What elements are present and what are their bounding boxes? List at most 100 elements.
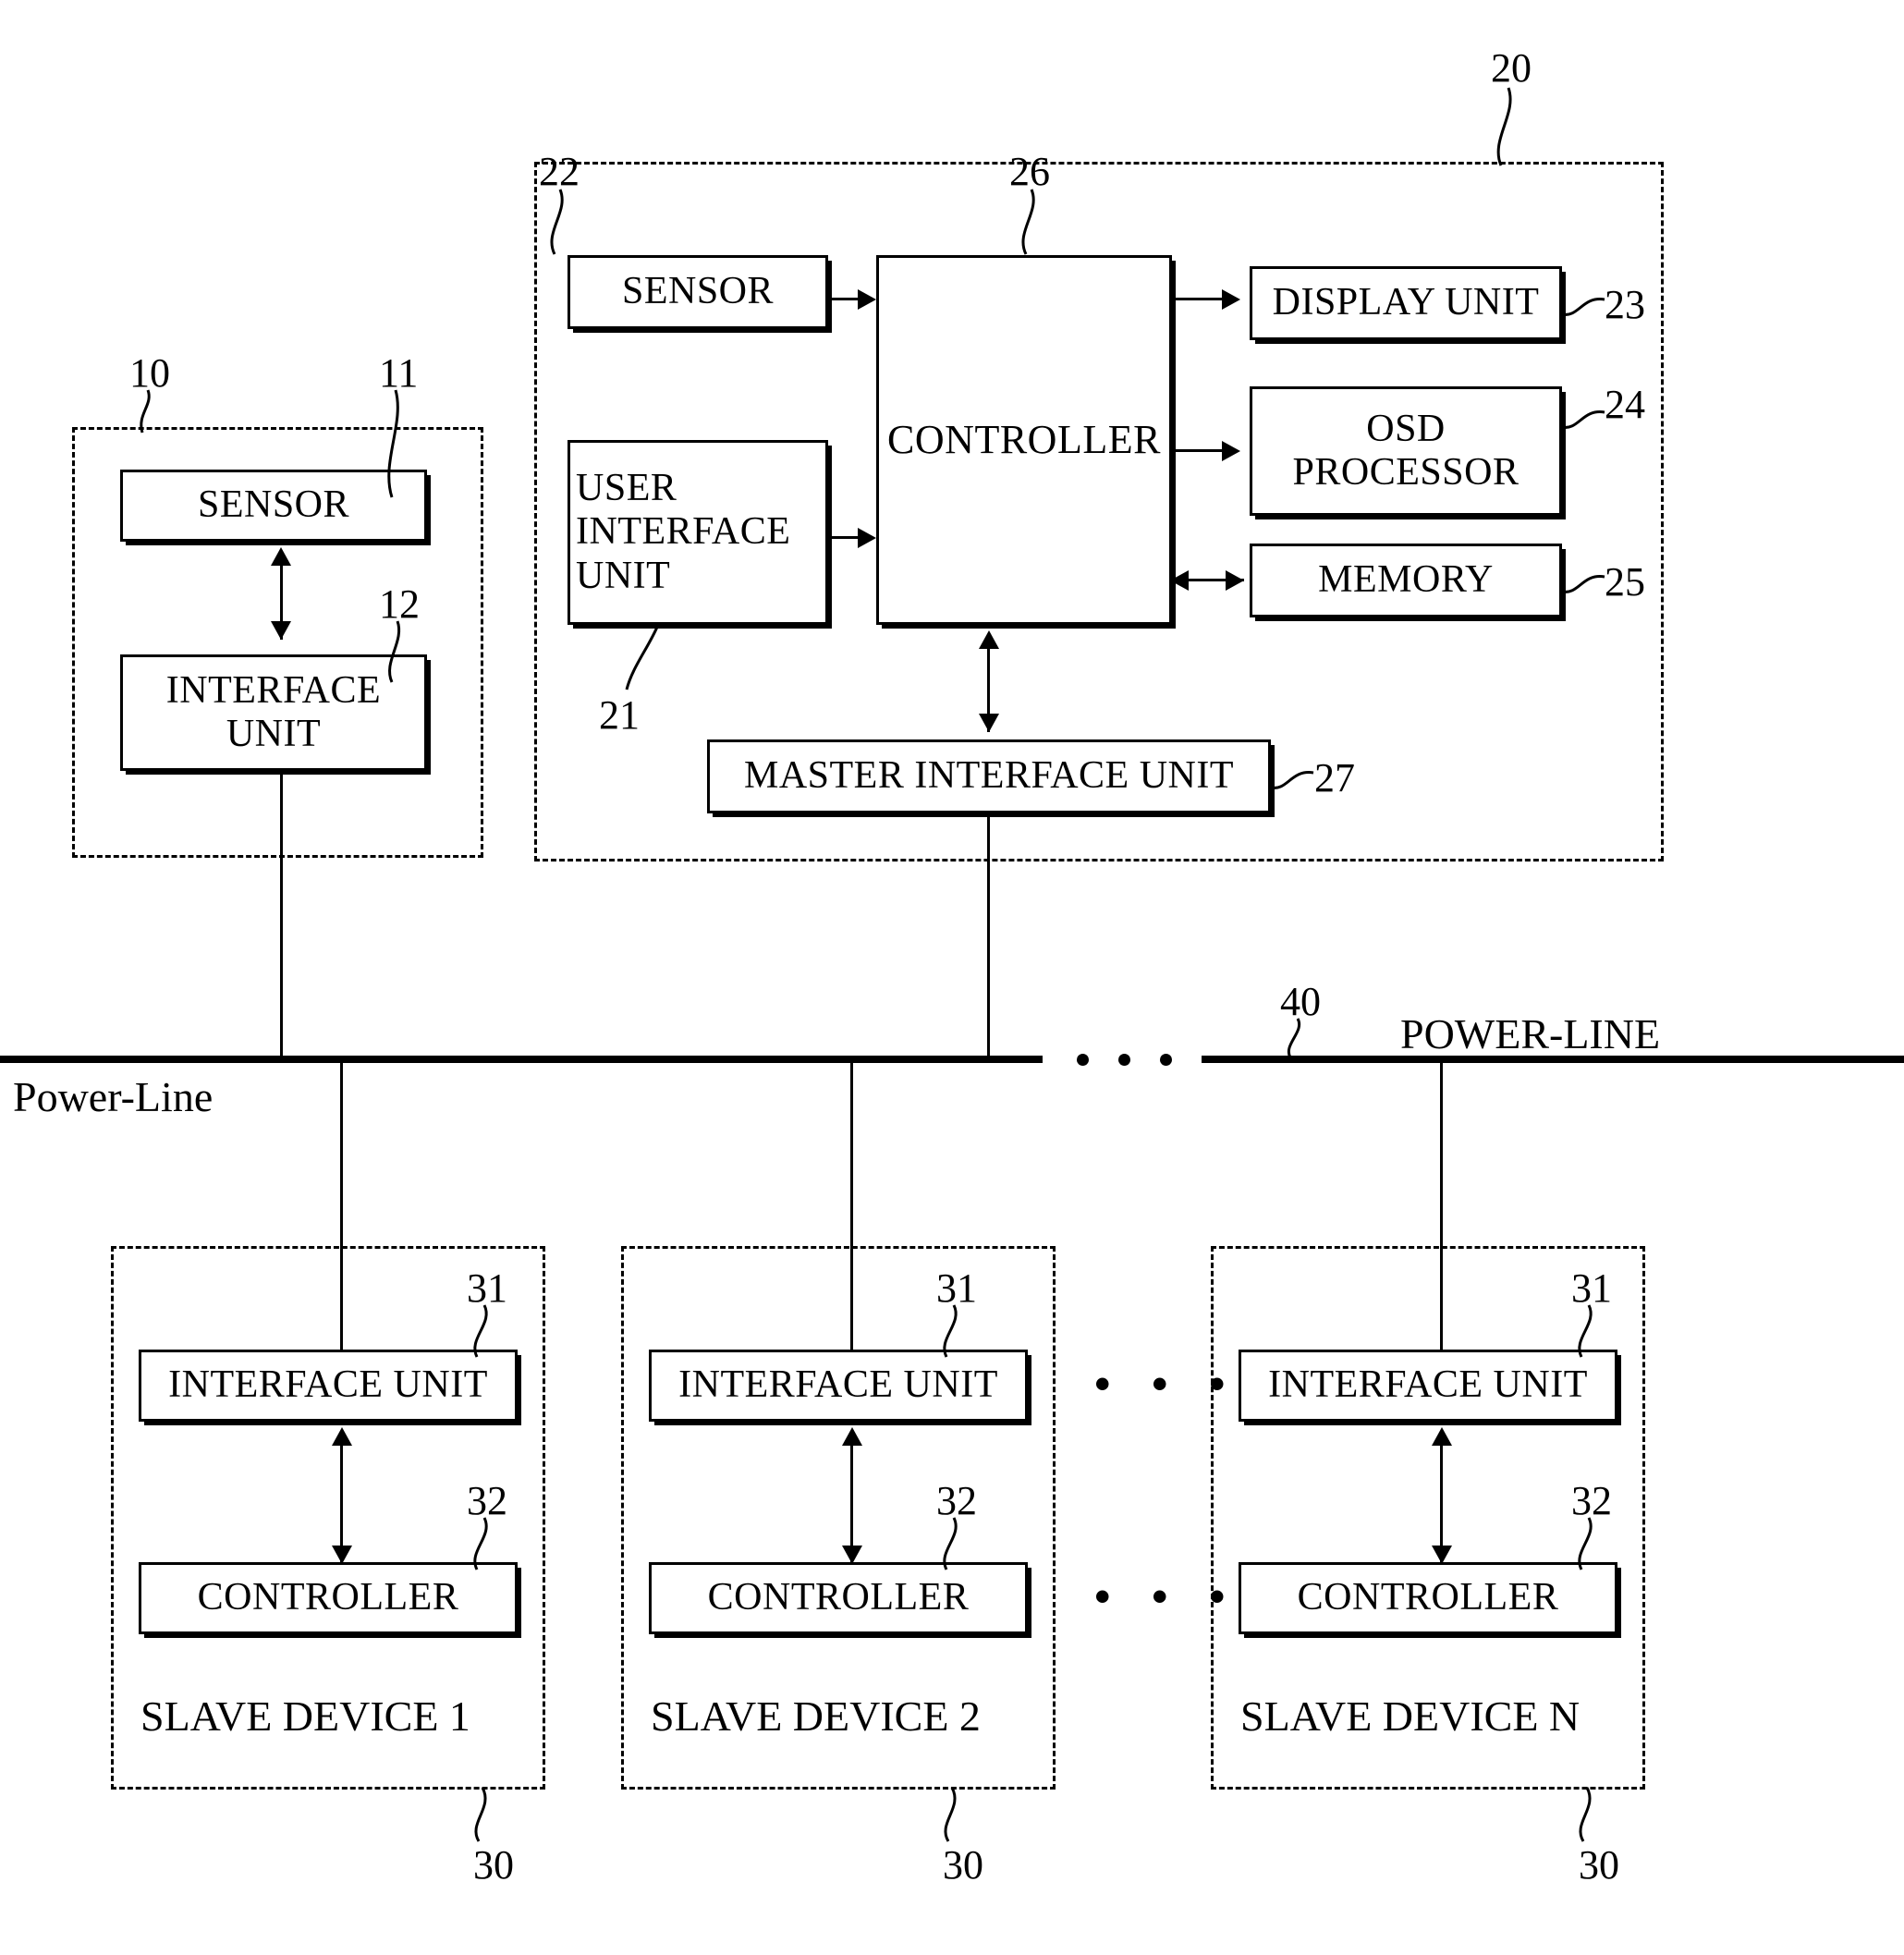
slave-2-interface-to-controller-line	[850, 1435, 853, 1564]
slave-n-arrow-down	[1432, 1546, 1452, 1564]
leader-26	[1021, 189, 1035, 255]
slave-device-n-interface-unit-block: INTERFACE UNIT	[1239, 1350, 1617, 1422]
controller-to-osd-line	[1172, 449, 1224, 452]
slave-1-leader-30	[474, 1787, 487, 1842]
slave-1-leader-32	[473, 1517, 488, 1570]
slave-row-ellipsis-top: • • •	[1094, 1358, 1240, 1410]
slave-device-2-ref-numeral-30: 30	[943, 1842, 983, 1888]
slave-1-interface-to-controller-line	[340, 1435, 343, 1564]
slave-device-1-interface-unit-block: INTERFACE UNIT	[139, 1350, 518, 1422]
master-controller-block: CONTROLLER	[876, 255, 1172, 625]
power-line-label-left: Power-Line	[13, 1073, 214, 1120]
figure-canvas: 10 11 SENSOR 12 INTERFACE UNIT 20 22 SEN…	[0, 0, 1904, 1955]
slave-1-ref-numeral-32: 32	[467, 1478, 507, 1523]
master-osd-processor-label: OSD PROCESSOR	[1292, 407, 1520, 494]
power-line-ellipsis-dot-3	[1160, 1054, 1172, 1066]
slave-1-ref-numeral-31: 31	[467, 1265, 507, 1311]
slave-n-leader-32	[1578, 1517, 1593, 1570]
slave-row-ellipsis-bottom: • • •	[1094, 1570, 1240, 1622]
slave-device-2-powerline-drop	[850, 1059, 853, 1351]
master-sensor-block: SENSOR	[568, 255, 828, 329]
ref-numeral-40: 40	[1280, 979, 1321, 1024]
slave-device-2-controller-block: CONTROLLER	[649, 1562, 1028, 1634]
ref-numeral-27: 27	[1314, 755, 1355, 800]
slave-n-interface-to-controller-line	[1440, 1435, 1443, 1564]
ref-numeral-22: 22	[539, 149, 580, 194]
slave-2-ref-numeral-32: 32	[936, 1478, 977, 1523]
slave-device-n-powerline-drop	[1440, 1059, 1443, 1351]
slave-1-leader-31	[473, 1304, 488, 1358]
slave-1-arrow-down	[332, 1546, 352, 1564]
slave-device-n-ref-numeral-30: 30	[1579, 1842, 1619, 1888]
controller-to-display-arrow	[1222, 289, 1240, 310]
ref-numeral-24: 24	[1605, 382, 1645, 427]
memory-to-controller-arrow	[1170, 570, 1189, 591]
master-display-unit-block: DISPLAY UNIT	[1250, 266, 1562, 340]
slave-1-arrow-up	[332, 1427, 352, 1446]
slave-device-2-title: SLAVE DEVICE 2	[651, 1692, 981, 1740]
leader-10	[140, 389, 151, 434]
power-line-ellipsis-dot-1	[1077, 1054, 1089, 1066]
slave-device-1-interface-unit-label: INTERFACE UNIT	[168, 1363, 488, 1407]
controller-to-master-interface-arrow	[979, 714, 999, 732]
slave-n-ref-numeral-32: 32	[1571, 1478, 1612, 1523]
master-interface-unit-label: MASTER INTERFACE UNIT	[743, 754, 1235, 798]
slave-device-1-powerline-drop	[340, 1059, 343, 1351]
ref-numeral-11: 11	[379, 350, 419, 396]
slave-device-2-interface-unit-label: INTERFACE UNIT	[678, 1363, 998, 1407]
sensor-to-controller-arrow	[858, 289, 876, 310]
master-device-powerline-drop	[987, 815, 990, 1059]
slave-n-leader-31	[1578, 1304, 1593, 1358]
slave-2-arrow-up	[842, 1427, 862, 1446]
controller-to-memory-arrow	[1226, 570, 1244, 591]
controller-to-display-line	[1172, 298, 1224, 300]
slave-n-arrow-up	[1432, 1427, 1452, 1446]
ref-numeral-26: 26	[1009, 149, 1050, 194]
ref-numeral-23: 23	[1605, 282, 1645, 327]
master-memory-label: MEMORY	[1318, 558, 1494, 602]
power-line-label-right: POWER-LINE	[1400, 1010, 1661, 1057]
slave-device-n-controller-block: CONTROLLER	[1239, 1562, 1617, 1634]
slave-device-1-controller-block: CONTROLLER	[139, 1562, 518, 1634]
ref-numeral-21: 21	[599, 692, 640, 738]
slave-2-leader-32	[943, 1517, 958, 1570]
slave-2-ref-numeral-31: 31	[936, 1265, 977, 1311]
power-line-ellipsis-dot-2	[1118, 1054, 1130, 1066]
slave-2-arrow-down	[842, 1546, 862, 1564]
sensor-device-interface-unit-label: INTERFACE UNIT	[165, 668, 382, 755]
ref-numeral-12: 12	[379, 581, 420, 627]
sensor-device-powerline-drop	[280, 773, 283, 1059]
slave-2-leader-31	[943, 1304, 958, 1358]
master-sensor-label: SENSOR	[621, 270, 775, 313]
slave-device-2-controller-label: CONTROLLER	[707, 1576, 970, 1619]
slave-device-1-ref-numeral-30: 30	[473, 1842, 514, 1888]
master-interface-unit-block: MASTER INTERFACE UNIT	[707, 739, 1271, 813]
slave-device-1-title: SLAVE DEVICE 1	[140, 1692, 470, 1740]
master-interface-to-controller-arrow	[979, 630, 999, 649]
slave-n-ref-numeral-31: 31	[1571, 1265, 1612, 1311]
master-user-interface-unit-block: USER INTERFACE UNIT	[568, 440, 828, 625]
master-memory-block: MEMORY	[1250, 544, 1562, 617]
sensor-to-interface-arrow-up	[271, 547, 291, 566]
sensor-device-sensor-label: SENSOR	[197, 483, 350, 527]
slave-device-2-interface-unit-block: INTERFACE UNIT	[649, 1350, 1028, 1422]
master-osd-processor-block: OSD PROCESSOR	[1250, 386, 1562, 516]
leader-22	[550, 189, 564, 255]
leader-21	[625, 624, 660, 690]
slave-device-1-controller-label: CONTROLLER	[197, 1576, 459, 1619]
leader-20	[1496, 87, 1512, 166]
leader-12	[388, 620, 401, 683]
ref-numeral-20: 20	[1491, 45, 1532, 91]
slave-device-n-controller-label: CONTROLLER	[1297, 1576, 1559, 1619]
master-user-interface-unit-label: USER INTERFACE UNIT	[576, 467, 791, 597]
ui-to-controller-arrow	[858, 528, 876, 548]
slave-device-n-interface-unit-label: INTERFACE UNIT	[1268, 1363, 1588, 1407]
slave-2-leader-30	[944, 1787, 957, 1842]
controller-to-osd-arrow	[1222, 441, 1240, 461]
ref-numeral-25: 25	[1605, 559, 1645, 605]
master-display-unit-label: DISPLAY UNIT	[1272, 281, 1540, 324]
ref-numeral-10: 10	[129, 350, 170, 396]
leader-11	[387, 389, 399, 498]
sensor-to-interface-arrow-down	[271, 621, 291, 640]
slave-n-leader-30	[1579, 1787, 1592, 1842]
